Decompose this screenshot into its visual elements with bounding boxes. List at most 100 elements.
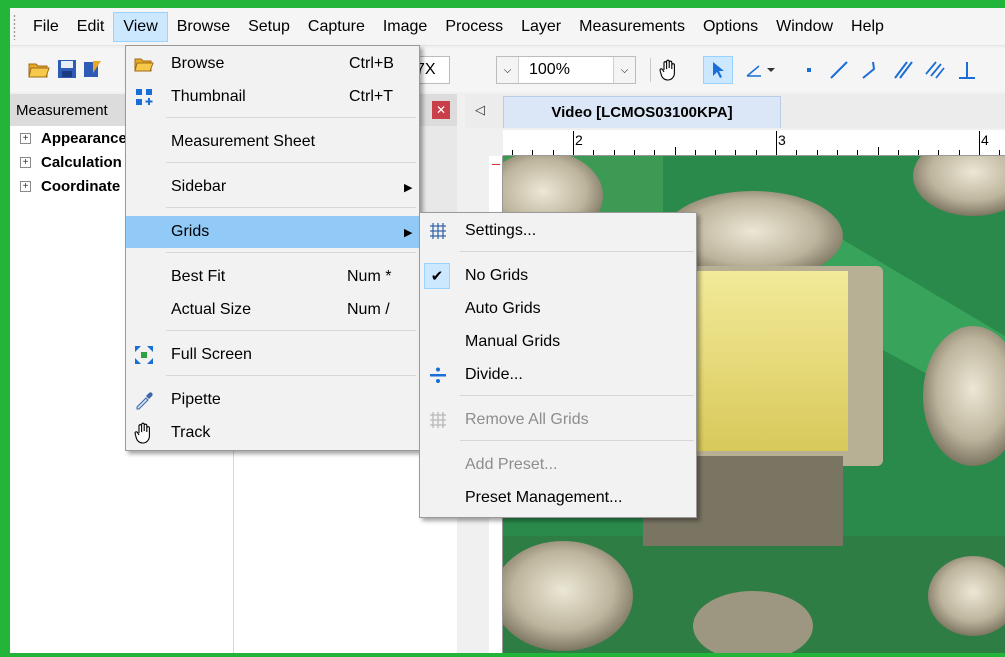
menu-item-label: Best Fit	[171, 268, 226, 285]
angle-tool-icon[interactable]	[742, 56, 782, 84]
menu-capture[interactable]: Capture	[299, 12, 374, 42]
line-tool-icon[interactable]	[824, 56, 854, 84]
multi-parallel-tool-icon[interactable]	[920, 56, 950, 84]
pipette-icon	[134, 390, 154, 410]
menu-edit[interactable]: Edit	[68, 12, 114, 42]
grids-menu-preset-management[interactable]: Preset Management...	[420, 482, 696, 514]
ruler-tick	[918, 150, 920, 155]
view-menu-thumbnail[interactable]: Thumbnail Ctrl+T	[126, 81, 419, 113]
ruler-tick	[532, 150, 534, 155]
menu-separator	[166, 117, 416, 118]
grids-menu-manual-grids[interactable]: Manual Grids	[420, 326, 696, 358]
menu-item-label: Grids	[171, 223, 210, 240]
menu-image[interactable]: Image	[374, 12, 436, 42]
grids-submenu: Settings... ✔ No Grids Auto Grids Manual…	[419, 212, 697, 518]
menu-item-label: No Grids	[465, 267, 529, 284]
menu-measurements[interactable]: Measurements	[570, 12, 694, 42]
grids-menu-remove-all-grids[interactable]: Remove All Grids	[420, 404, 696, 436]
menu-item-label: Manual Grids	[465, 333, 561, 350]
perpendicular-tool-icon[interactable]	[952, 56, 982, 84]
ruler-marker	[492, 164, 500, 165]
ruler-tick	[816, 150, 818, 155]
ruler-tick	[776, 131, 777, 155]
polyline-tool-icon[interactable]	[856, 56, 886, 84]
tab-scroll-left-icon[interactable]: ◁	[475, 102, 485, 118]
view-menu-measurement-sheet[interactable]: Measurement Sheet	[126, 126, 419, 158]
ruler-tick	[877, 147, 879, 155]
menu-item-label: Settings...	[465, 222, 537, 239]
grids-menu-no-grids[interactable]: ✔ No Grids	[420, 260, 696, 292]
application-window: File Edit View Browse Setup Capture Imag…	[10, 8, 1005, 653]
menu-item-shortcut: Ctrl+T	[349, 88, 393, 105]
menu-separator	[460, 440, 694, 441]
ruler-tick	[654, 150, 656, 155]
menu-separator	[166, 252, 416, 253]
menu-setup[interactable]: Setup	[239, 12, 299, 42]
expand-icon[interactable]: +	[20, 132, 31, 144]
menu-process[interactable]: Process	[436, 12, 512, 42]
menu-separator	[460, 395, 694, 396]
save-icon[interactable]	[56, 58, 78, 80]
view-menu-grids[interactable]: Grids ▶	[126, 216, 419, 248]
grids-menu-divide[interactable]: Divide...	[420, 359, 696, 391]
horizontal-ruler: 2 3 4	[503, 130, 1005, 156]
open-folder-icon[interactable]	[28, 58, 50, 80]
close-icon[interactable]: ✕	[432, 101, 450, 119]
pointer-tool-icon[interactable]	[703, 56, 733, 84]
zoom-combo[interactable]: ⌵ 100% ⌵	[496, 56, 636, 84]
menu-separator	[166, 375, 416, 376]
panel-title: Measurement	[16, 101, 108, 119]
menu-window[interactable]: Window	[767, 12, 842, 42]
ruler-tick	[573, 131, 574, 155]
menu-options[interactable]: Options	[694, 12, 767, 42]
chevron-down-icon[interactable]: ⌵	[613, 57, 635, 83]
hand-icon	[134, 422, 154, 444]
view-menu-actual-size[interactable]: Actual Size Num /	[126, 294, 419, 326]
ruler-tick	[674, 147, 676, 155]
grids-menu-auto-grids[interactable]: Auto Grids	[420, 293, 696, 325]
view-menu: Browse Ctrl+B Thumbnail Ctrl+T Measureme…	[125, 45, 420, 451]
view-menu-full-screen[interactable]: Full Screen	[126, 339, 419, 371]
ruler-tick	[857, 150, 859, 155]
hand-icon[interactable]	[654, 56, 684, 84]
grids-menu-add-preset[interactable]: Add Preset...	[420, 449, 696, 481]
menu-bar: File Edit View Browse Setup Capture Imag…	[10, 8, 1005, 46]
ruler-tick	[633, 150, 635, 155]
checkmark-icon: ✔	[424, 263, 450, 289]
point-tool-icon[interactable]	[794, 56, 824, 84]
view-menu-browse[interactable]: Browse Ctrl+B	[126, 48, 419, 80]
expand-icon[interactable]: +	[20, 156, 31, 168]
view-menu-track[interactable]: Track	[126, 417, 419, 449]
ruler-tick	[735, 150, 737, 155]
parallel-tool-icon[interactable]	[888, 56, 918, 84]
ruler-tick	[755, 150, 757, 155]
menu-item-shortcut: Num /	[347, 301, 390, 318]
fullscreen-icon	[134, 345, 154, 365]
menu-item-label: Preset Management...	[465, 489, 623, 506]
menu-browse[interactable]: Browse	[168, 12, 239, 42]
view-menu-pipette[interactable]: Pipette	[126, 384, 419, 416]
tree-item-label: Coordinate	[41, 177, 121, 195]
ruler-label: 3	[778, 132, 786, 148]
ruler-tick	[999, 150, 1001, 155]
menu-item-label: Pipette	[171, 391, 221, 408]
menu-item-label: Remove All Grids	[465, 411, 589, 428]
submenu-arrow-icon: ▶	[404, 181, 413, 194]
menu-item-label: Actual Size	[171, 301, 252, 318]
grids-menu-settings[interactable]: Settings...	[420, 215, 696, 247]
menu-file[interactable]: File	[24, 12, 68, 42]
menu-item-label: Thumbnail	[171, 88, 246, 105]
view-menu-best-fit[interactable]: Best Fit Num *	[126, 261, 419, 293]
view-menu-sidebar[interactable]: Sidebar ▶	[126, 171, 419, 203]
save-as-icon[interactable]	[82, 58, 104, 80]
chevron-down-icon[interactable]: ⌵	[497, 57, 519, 83]
grid-icon	[428, 221, 448, 241]
menu-help[interactable]: Help	[842, 12, 893, 42]
menu-view[interactable]: View	[113, 11, 168, 42]
menu-separator	[460, 251, 694, 252]
expand-icon[interactable]: +	[20, 180, 31, 192]
menu-layer[interactable]: Layer	[512, 12, 570, 42]
tab-video[interactable]: Video [LCMOS03100KPA]	[503, 96, 781, 128]
ruler-label: 4	[981, 132, 989, 148]
menu-item-label: Measurement Sheet	[171, 133, 316, 150]
